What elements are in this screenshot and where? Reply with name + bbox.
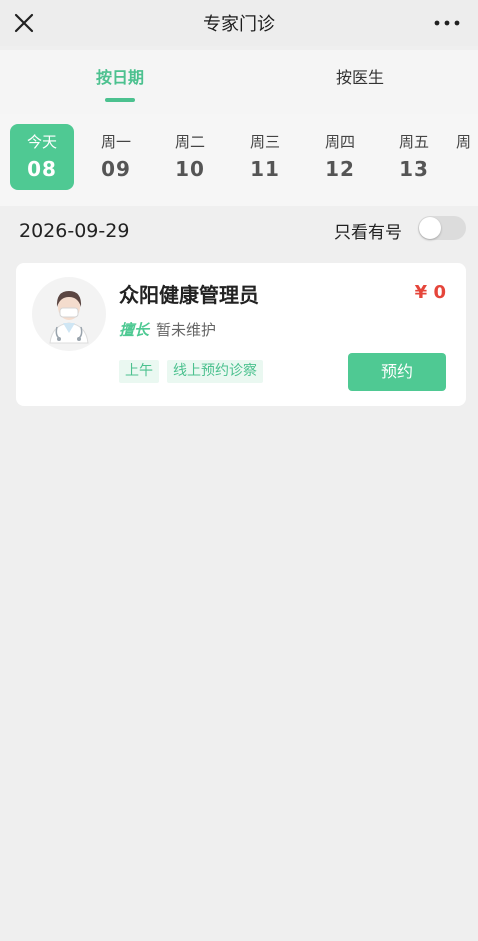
available-only-toggle[interactable] [418, 216, 466, 240]
date-number: 08 [27, 157, 57, 181]
available-only-label: 只看有号 [334, 223, 402, 243]
date-item[interactable]: 周二 10 [158, 124, 222, 190]
tab-by-date[interactable]: 按日期 [40, 64, 200, 88]
specialty-text: 暂未维护 [156, 321, 217, 339]
tab-by-doctor[interactable]: 按医生 [280, 64, 440, 88]
tab-indicator [105, 98, 135, 102]
service-type-chip: 线上预约诊察 [167, 360, 263, 383]
date-item[interactable]: 周四 12 [308, 124, 372, 190]
doctor-avatar-icon [49, 291, 89, 344]
date-item[interactable]: 周 [456, 124, 478, 190]
more-icon[interactable] [432, 13, 462, 33]
date-number: 09 [101, 157, 131, 181]
tab-bar: 按日期 按医生 [0, 50, 478, 114]
date-item[interactable]: 周五 13 [382, 124, 446, 190]
date-item-today[interactable]: 今天 08 [10, 124, 74, 190]
date-number: 10 [175, 157, 205, 181]
specialty-tag: 擅长 [119, 321, 150, 339]
selected-date-row: 2026-09-29 只看有号 [0, 206, 478, 254]
date-weekday: 周五 [398, 133, 429, 151]
date-weekday: 周三 [249, 133, 280, 151]
date-weekday: 今天 [26, 133, 57, 151]
session-chip: 上午 [119, 360, 159, 383]
date-number: 11 [250, 157, 280, 181]
doctor-card[interactable]: 众阳健康管理员 ¥ 0 擅长 暂未维护 上午 线上预约诊察 预约 [16, 263, 466, 406]
consult-price: ¥ 0 [414, 282, 446, 303]
date-number: 13 [399, 157, 429, 181]
date-number: 12 [325, 157, 355, 181]
date-weekday: 周二 [174, 133, 205, 151]
date-weekday: 周四 [324, 133, 355, 151]
date-item[interactable]: 周三 11 [233, 124, 297, 190]
doctor-name: 众阳健康管理员 [119, 283, 259, 307]
book-button[interactable]: 预约 [348, 353, 446, 391]
date-weekday: 周一 [100, 133, 131, 151]
date-weekday: 周 [456, 133, 472, 151]
toggle-knob [419, 217, 441, 239]
selected-date: 2026-09-29 [19, 220, 130, 242]
page-title: 专家门诊 [203, 14, 275, 35]
date-strip[interactable]: 今天 08 周一 09 周二 10 周三 11 周四 12 周五 13 周 [0, 114, 478, 206]
doctor-avatar [32, 277, 106, 351]
nav-bar: 专家门诊 [0, 0, 478, 46]
date-item[interactable]: 周一 09 [84, 124, 148, 190]
